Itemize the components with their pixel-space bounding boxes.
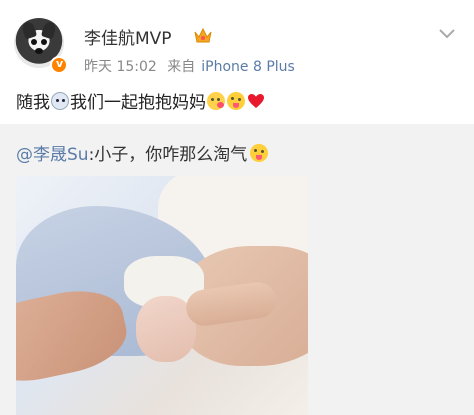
repost-body: :小子，你咋那么淘气 [88,145,248,165]
post-meta: 昨天 15:02 来自 iPhone 8 Plus [84,56,301,76]
source-prefix: 来自 [167,59,196,75]
kiss-face-icon [207,91,225,110]
avatar-eye [31,39,37,45]
avatar-nose [35,48,43,54]
vip-v-icon [50,56,68,74]
username[interactable]: 李佳航MVP [84,24,172,49]
avatar-ear [40,20,58,40]
tongue-face-icon [250,143,269,162]
tongue-face-icon [227,91,245,110]
post-text-part: 随我 [16,93,50,113]
weibo-post: 李佳航MVP 昨天 15:02 来自 iPhone 8 Plus 随我 我们一起抱… [0,0,474,122]
post-photo[interactable] [16,176,308,415]
mention-link[interactable]: @李晟Su [16,140,89,165]
post-source[interactable]: iPhone 8 Plus [201,59,295,75]
post-time: 昨天 15:02 [84,59,157,75]
repost-card[interactable]: @李晟Su :小子，你咋那么淘气 [0,124,474,415]
avatar-eye [41,39,47,45]
chevron-down-icon[interactable] [438,28,456,40]
post-text-part: 我们一起抱抱妈妈 [70,93,206,113]
doge-face-icon [51,91,69,110]
heart-icon [248,93,264,108]
post-content: 随我 我们一起抱抱妈妈 [16,88,265,113]
avatar-ear [20,20,38,40]
repost-text: @李晟Su :小子，你咋那么淘气 [16,140,269,165]
crown-icon [194,27,212,43]
